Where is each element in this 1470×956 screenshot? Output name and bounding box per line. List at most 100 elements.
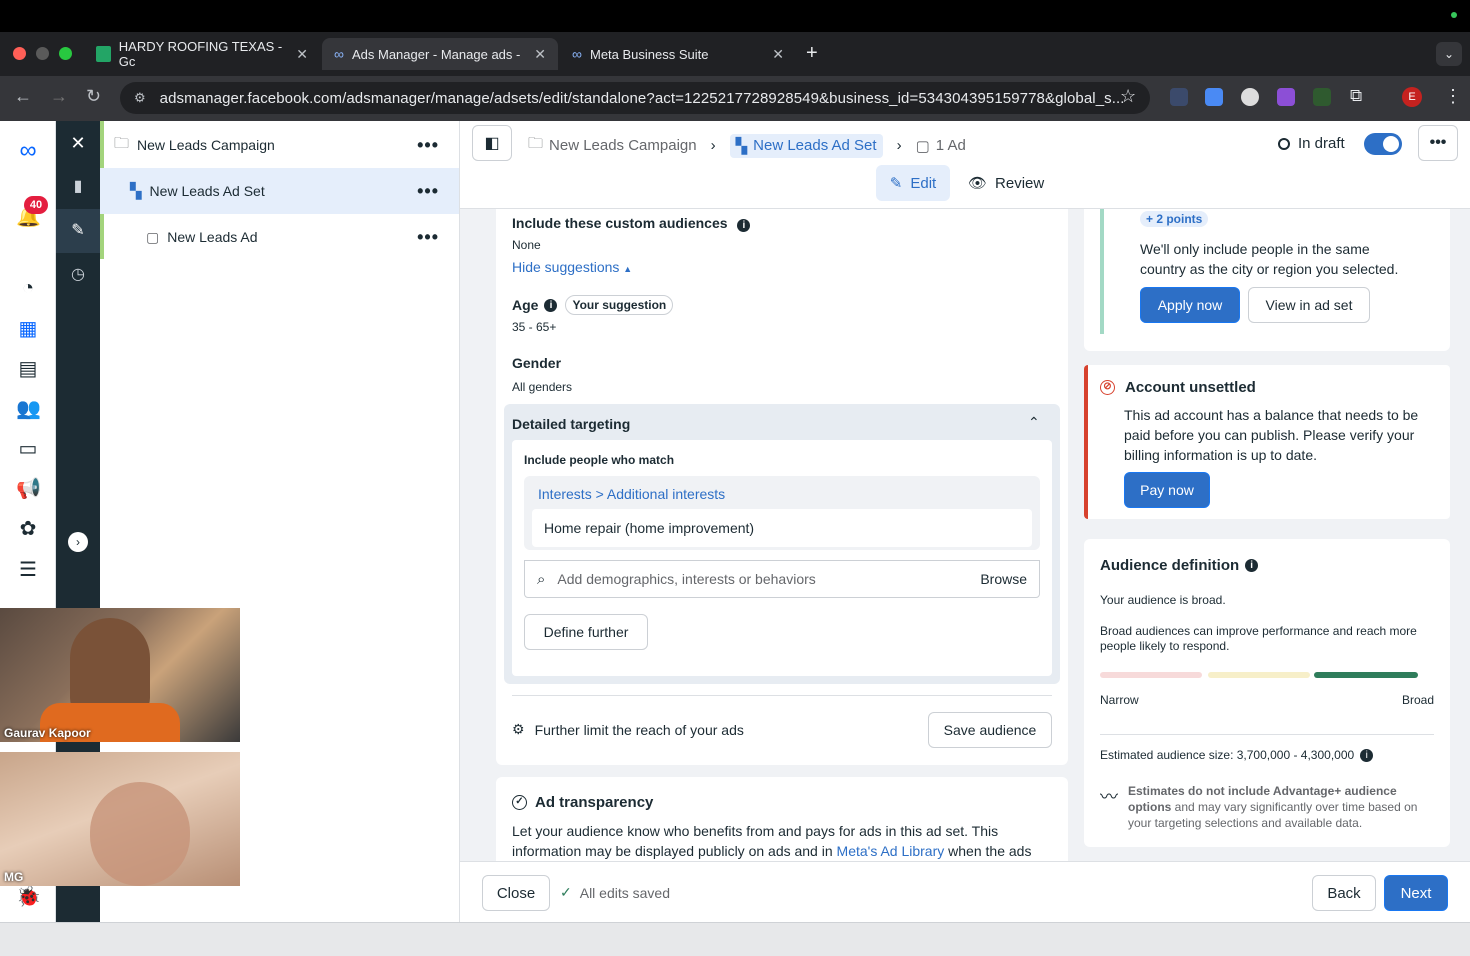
pencil-icon: ✎: [889, 175, 903, 192]
status-toggle[interactable]: [1364, 133, 1402, 155]
close-tab-icon[interactable]: ✕: [772, 46, 784, 63]
tree-item-ad[interactable]: ▢ New Leads Ad •••: [100, 214, 459, 260]
extension-icon[interactable]: [1205, 88, 1223, 106]
billing-card-icon[interactable]: ▭: [16, 437, 40, 461]
site-info-icon[interactable]: ⚙: [134, 90, 146, 106]
collapse-chevron-icon[interactable]: ⌃: [1028, 414, 1040, 431]
url-text: adsmanager.facebook.com/adsmanager/manag…: [159, 89, 1125, 107]
browser-tab-business-suite[interactable]: ∞ Meta Business Suite ✕: [560, 38, 796, 70]
expand-chevron-icon[interactable]: ›: [68, 532, 88, 552]
sheets-icon: [96, 46, 111, 62]
info-icon[interactable]: i: [1360, 748, 1374, 762]
ad-library-link[interactable]: Meta's Ad Library: [837, 843, 945, 859]
ad-transparency-card: ✓ Ad transparency Let your audience know…: [496, 777, 1068, 861]
performance-chart-icon[interactable]: ▮: [66, 175, 90, 199]
view-in-ad-set-button[interactable]: View in ad set: [1248, 287, 1370, 323]
more-actions-button[interactable]: •••: [1418, 125, 1458, 161]
info-icon[interactable]: i: [544, 298, 558, 312]
more-options-icon[interactable]: •••: [417, 227, 439, 248]
history-clock-icon[interactable]: ◷: [66, 263, 90, 287]
suggestion-text-line-2: country as the city or region you select…: [1140, 261, 1399, 277]
browser-tab-ads-manager[interactable]: ∞ Ads Manager - Manage ads - ✕: [322, 38, 558, 70]
breadcrumb-adset[interactable]: ▚ New Leads Ad Set: [729, 133, 883, 158]
interest-item[interactable]: Home repair (home improvement): [532, 509, 1032, 547]
browser-menu-icon[interactable]: ⋮: [1444, 86, 1462, 107]
extension-icon[interactable]: [1241, 88, 1259, 106]
business-network-icon[interactable]: ✿: [16, 517, 40, 541]
next-button[interactable]: Next: [1384, 875, 1448, 911]
tab-label: HARDY ROOFING TEXAS - Gc: [118, 39, 283, 69]
audience-section-card: Include these custom audiences i None Hi…: [496, 209, 1068, 765]
ads-manager-table-icon[interactable]: ▦: [16, 317, 40, 341]
interest-item-label: Home repair (home improvement): [544, 520, 755, 536]
address-bar[interactable]: ⚙ adsmanager.facebook.com/adsmanager/man…: [120, 82, 1150, 114]
forward-arrow-icon[interactable]: →: [50, 86, 68, 107]
minimize-window-button[interactable]: [36, 47, 49, 60]
detailed-targeting-body: Include people who match Interests > Add…: [512, 440, 1052, 676]
close-tab-icon[interactable]: ✕: [534, 46, 546, 63]
further-limit-row[interactable]: ⚙ Further limit the reach of your ads: [512, 721, 744, 738]
more-options-icon[interactable]: •••: [417, 135, 439, 156]
gear-icon: ⚙: [512, 721, 525, 737]
close-icon[interactable]: ✕: [66, 131, 90, 155]
tree-item-campaign[interactable]: 🗀 New Leads Campaign •••: [100, 122, 459, 168]
audience-definition-title: Audience definition: [1100, 557, 1240, 574]
hide-suggestions-link[interactable]: Hide suggestions ▲: [512, 259, 632, 275]
tree-item-adset[interactable]: ▚ New Leads Ad Set •••: [100, 168, 459, 214]
audiences-icon[interactable]: 👥: [16, 397, 41, 421]
more-options-icon[interactable]: •••: [417, 181, 439, 202]
close-window-button[interactable]: [13, 47, 26, 60]
note-text: your targeting selections and available …: [1128, 816, 1363, 830]
save-audience-button[interactable]: Save audience: [928, 712, 1052, 748]
review-mode-button[interactable]: 👁 Review: [968, 165, 1044, 201]
apply-now-button[interactable]: Apply now: [1140, 287, 1240, 323]
account-unsettled-title-row: ⊘ Account unsettled: [1100, 379, 1256, 396]
define-further-button[interactable]: Define further: [524, 614, 648, 650]
extension-icon[interactable]: [1170, 88, 1188, 106]
further-limit-label: Further limit the reach of your ads: [534, 721, 744, 738]
notification-badge: 40: [24, 196, 48, 214]
edit-label: Edit: [910, 174, 937, 192]
reload-icon[interactable]: ↻: [86, 86, 101, 107]
all-tools-menu-icon[interactable]: ☰: [16, 558, 40, 582]
custom-audiences-title: Include these custom audiences i: [512, 215, 751, 232]
note-text: and may vary significantly over time bas…: [1174, 800, 1418, 814]
bookmark-star-icon[interactable]: ☆: [1120, 86, 1136, 107]
close-tab-icon[interactable]: ✕: [296, 46, 308, 63]
browse-button[interactable]: Browse: [980, 571, 1027, 587]
audience-broad-text: Your audience is broad.: [1100, 593, 1226, 607]
tree-item-label: New Leads Ad: [167, 229, 258, 245]
detailed-targeting-title: Detailed targeting: [512, 416, 631, 432]
breadcrumb-ad[interactable]: 1 Ad: [936, 137, 966, 154]
tab-search-icon[interactable]: ⌄: [1436, 42, 1462, 66]
extension-icon[interactable]: [1277, 88, 1295, 106]
points-badge: + 2 points: [1140, 211, 1209, 227]
maximize-window-button[interactable]: [59, 47, 72, 60]
close-button[interactable]: Close: [482, 875, 550, 911]
tab-label: Meta Business Suite: [589, 46, 709, 62]
dashboard-gauge-icon[interactable]: ◔: [16, 276, 40, 300]
age-title: Age i Your suggestion: [512, 295, 674, 315]
profile-avatar[interactable]: E: [1402, 87, 1422, 107]
edit-pencil-icon[interactable]: ✎: [66, 219, 90, 243]
campaigns-megaphone-icon[interactable]: 📢: [16, 477, 41, 501]
back-arrow-icon[interactable]: ←: [14, 86, 32, 107]
new-tab-icon[interactable]: +: [806, 42, 818, 65]
suggestion-accent-bar: [1100, 209, 1104, 334]
info-icon[interactable]: i: [737, 219, 751, 232]
pay-now-button[interactable]: Pay now: [1124, 472, 1210, 508]
extension-icon[interactable]: [1313, 88, 1331, 106]
back-button[interactable]: Back: [1312, 875, 1376, 911]
report-bug-icon[interactable]: 🐞: [16, 885, 41, 909]
meta-logo-icon[interactable]: ∞: [16, 139, 40, 163]
custom-audiences-value: None: [512, 238, 541, 252]
browser-tab-sheets[interactable]: HARDY ROOFING TEXAS - Gc ✕: [84, 38, 320, 70]
breadcrumb-campaign[interactable]: New Leads Campaign: [549, 137, 697, 154]
targeting-search-field[interactable]: ⌕ Add demographics, interests or behavio…: [524, 560, 1040, 598]
recording-dot-icon: [1451, 12, 1457, 18]
info-icon[interactable]: i: [1245, 559, 1259, 572]
extensions-puzzle-icon[interactable]: ⧉: [1350, 86, 1362, 106]
toggle-sidebar-button[interactable]: ◧: [472, 125, 512, 161]
edit-mode-button[interactable]: ✎ Edit: [876, 165, 950, 201]
reports-icon[interactable]: ▤: [16, 357, 40, 381]
